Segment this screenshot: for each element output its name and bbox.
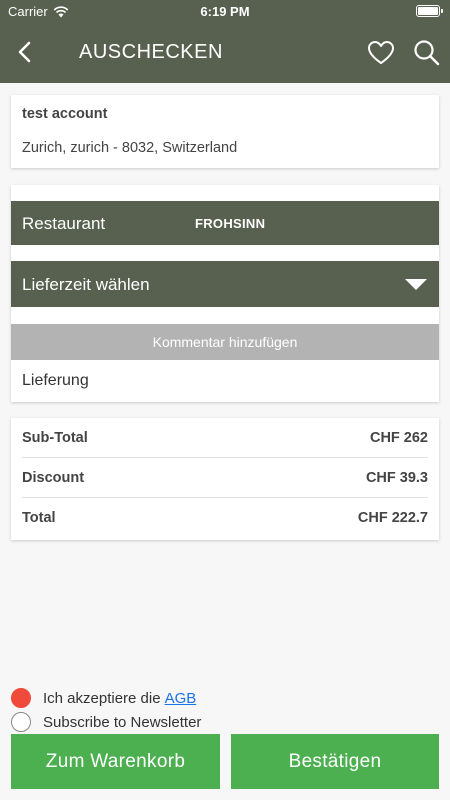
total-row: Total CHF 222.7: [22, 498, 428, 538]
back-arrow-icon[interactable]: [12, 38, 40, 66]
add-comment-button[interactable]: Kommentar hinzufügen: [11, 324, 439, 360]
newsletter-radio[interactable]: [11, 712, 31, 732]
navigation-bar: AUSCHECKEN: [0, 22, 450, 83]
status-bar: Carrier 6:19 PM: [0, 0, 450, 22]
delivery-time-dropdown[interactable]: Lieferzeit wählen: [11, 261, 439, 307]
discount-row: Discount CHF 39.3: [22, 458, 428, 498]
delivery-type: Lieferung: [22, 372, 89, 389]
confirm-button[interactable]: Bestätigen: [231, 734, 439, 789]
terms-link[interactable]: AGB: [165, 690, 197, 707]
total-label: Total: [22, 510, 56, 526]
delivery-address-card[interactable]: test account Zurich, zurich - 8032, Swit…: [11, 95, 439, 168]
subtotal-label: Sub-Total: [22, 430, 88, 446]
delivery-time-label: Lieferzeit wählen: [22, 275, 150, 294]
chevron-down-icon: [405, 279, 427, 290]
subtotal-value: CHF 262: [369, 430, 428, 446]
restaurant-bar: Restaurant FROHSINN: [11, 201, 439, 245]
terms-label: Ich akzeptiere die: [43, 689, 161, 707]
search-icon[interactable]: [412, 38, 442, 68]
to-cart-button[interactable]: Zum Warenkorb: [11, 734, 220, 789]
terms-radio[interactable]: [11, 688, 31, 708]
order-details-card: Restaurant FROHSINN Lieferzeit wählen Ko…: [11, 185, 439, 402]
clock: 6:19 PM: [200, 4, 250, 19]
restaurant-name: FROHSINN: [195, 216, 266, 231]
restaurant-label: Restaurant: [22, 214, 106, 233]
discount-label: Discount: [22, 470, 85, 486]
consent-section: Ich akzeptiere die AGB Subscribe to News…: [11, 686, 441, 734]
page-title: AUSCHECKEN: [79, 41, 223, 63]
newsletter-label: Subscribe to Newsletter: [43, 713, 202, 731]
battery-icon: [416, 5, 443, 17]
customer-name: test account: [22, 106, 108, 122]
terms-consent-row: Ich akzeptiere die AGB: [11, 686, 441, 710]
total-value: CHF 222.7: [357, 510, 428, 526]
newsletter-row: Subscribe to Newsletter: [11, 710, 441, 734]
order-totals-card: Sub-Total CHF 262 Discount CHF 39.3 Tota…: [11, 418, 439, 540]
heart-icon[interactable]: [366, 38, 396, 68]
subtotal-row: Sub-Total CHF 262: [22, 418, 428, 458]
customer-address: Zurich, zurich - 8032, Switzerland: [22, 140, 238, 156]
discount-value: CHF 39.3: [365, 470, 428, 486]
